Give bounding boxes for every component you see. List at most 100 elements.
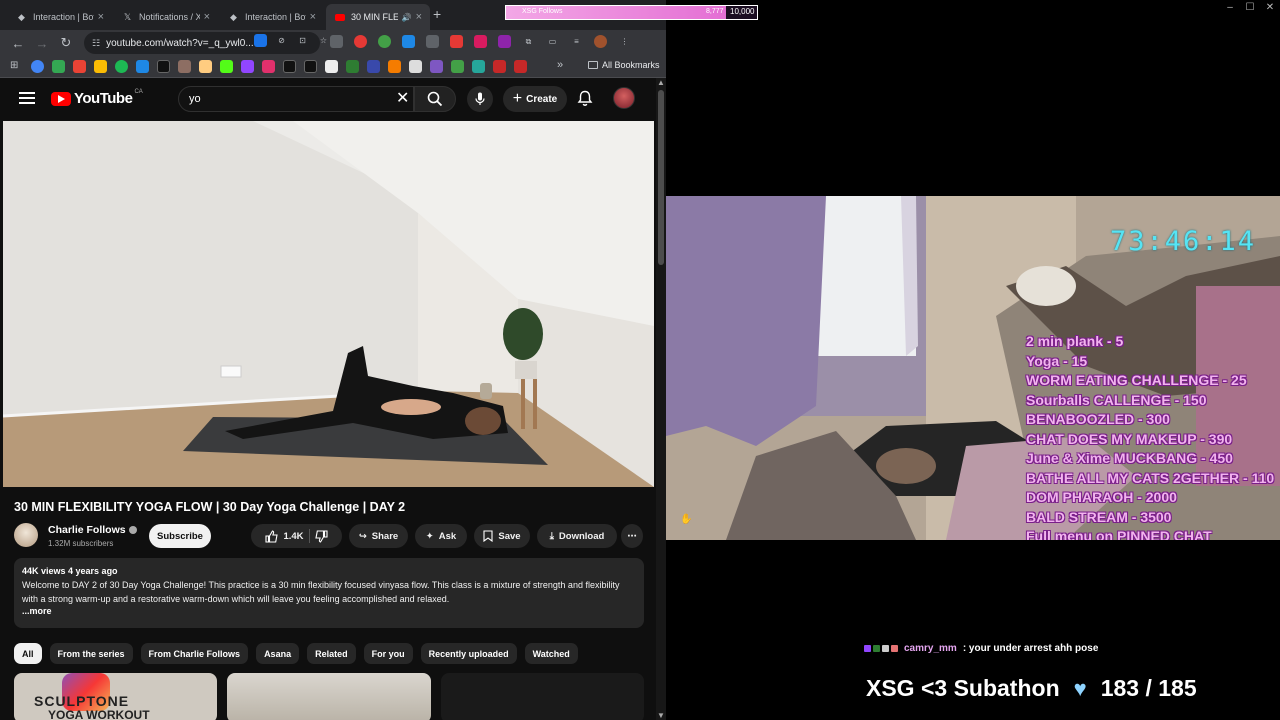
chip-all[interactable]: All (14, 643, 42, 664)
bookmark-icon[interactable] (514, 60, 527, 73)
tab-interaction-2[interactable]: ◆ Interaction | Bot × (220, 4, 324, 30)
scroll-down-icon[interactable]: ▼ (657, 711, 665, 720)
back-button[interactable]: ← (6, 31, 30, 55)
close-icon[interactable]: × (98, 11, 104, 23)
thumbs-up-icon[interactable] (265, 529, 279, 543)
menu-dots-icon[interactable]: ⋮ (618, 35, 631, 48)
subscribe-button[interactable]: Subscribe (149, 524, 211, 548)
bookmark-icon[interactable] (451, 60, 464, 73)
install-icon[interactable] (254, 34, 267, 47)
menu-icon[interactable] (19, 92, 35, 104)
tab-interaction-1[interactable]: ◆ Interaction | Bot × (8, 4, 112, 30)
like-count[interactable]: 1.4K (283, 531, 303, 542)
extension-icon[interactable] (498, 35, 511, 48)
cast-icon[interactable]: ▭ (546, 35, 559, 48)
bookmark-icon[interactable] (178, 60, 191, 73)
x-icon[interactable] (157, 60, 170, 73)
page-scrollbar[interactable]: ▲ ▼ (656, 78, 666, 720)
x-icon[interactable] (283, 60, 296, 73)
create-button[interactable]: + Create (503, 86, 567, 112)
related-video-thumbnail[interactable] (227, 673, 431, 720)
youtube-logo[interactable]: YouTube CA (51, 89, 143, 107)
search-input[interactable]: yo (178, 86, 414, 112)
gmail-icon[interactable] (73, 60, 86, 73)
channel-name-link[interactable]: Charlie Follows (48, 524, 137, 536)
grammarly-icon[interactable] (378, 35, 391, 48)
bookmark-icon[interactable] (136, 60, 149, 73)
bookmark-icon[interactable] (325, 60, 338, 73)
bookmark-icon[interactable] (199, 60, 212, 73)
star-icon[interactable]: ☆ (317, 34, 330, 47)
search-button[interactable] (414, 86, 456, 112)
chip-asana[interactable]: Asana (256, 643, 300, 664)
bookmark-icon[interactable] (493, 60, 506, 73)
extension-icon[interactable] (450, 35, 463, 48)
chip-from-the-series[interactable]: From the series (49, 643, 133, 664)
clear-search-icon[interactable]: ✕ (396, 88, 409, 108)
maximize-icon[interactable]: ☐ (1240, 0, 1260, 13)
more-actions-icon[interactable]: ⋯ (621, 524, 643, 548)
download-button[interactable]: ⤓ Download (537, 524, 617, 548)
bookmark-icon[interactable] (346, 60, 359, 73)
tab-search-icon[interactable]: ≡ (570, 35, 583, 48)
bookmark-icon[interactable] (388, 60, 401, 73)
scrollbar-thumb[interactable] (658, 90, 664, 265)
chip-recently-uploaded[interactable]: Recently uploaded (420, 643, 517, 664)
extension-icon[interactable] (426, 35, 439, 48)
extension-icon[interactable] (330, 35, 343, 48)
drive-icon[interactable] (94, 60, 107, 73)
thumbs-down-icon[interactable] (314, 529, 328, 543)
extension-icon[interactable] (474, 35, 487, 48)
eye-off-icon[interactable]: ⊘ (275, 34, 288, 47)
chip-related[interactable]: Related (307, 643, 356, 664)
profile-avatar[interactable] (594, 35, 607, 48)
new-tab-button[interactable]: + (433, 6, 441, 22)
maps-icon[interactable] (52, 60, 65, 73)
bookmark-icon[interactable] (472, 60, 485, 73)
channel-avatar[interactable] (14, 523, 38, 547)
reload-button[interactable]: ↻ (54, 31, 78, 55)
spotify-icon[interactable] (115, 60, 128, 73)
minimize-icon[interactable]: – (1220, 0, 1240, 13)
share-button[interactable]: ↪ Share (349, 524, 408, 548)
scroll-up-icon[interactable]: ▲ (657, 78, 665, 87)
bot-icon: ◆ (18, 11, 25, 22)
site-info-icon[interactable]: ☷ (92, 38, 100, 49)
chip-watched[interactable]: Watched (524, 643, 578, 664)
related-video-thumbnail[interactable] (441, 673, 644, 720)
close-icon[interactable]: ✕ (1260, 0, 1280, 13)
notifications-button[interactable] (577, 90, 593, 112)
tab-youtube-video[interactable]: 30 MIN FLE 🔊 × (326, 4, 430, 30)
google-icon[interactable] (31, 60, 44, 73)
tab-notifications[interactable]: 𝕏 Notifications / X × (114, 4, 218, 30)
show-more-link[interactable]: ...more (22, 606, 636, 616)
account-avatar[interactable] (613, 87, 635, 109)
related-video-thumbnail[interactable]: SCULPTONE YOGA WORKOUT (14, 673, 217, 720)
apps-icon[interactable]: ⊞ (10, 60, 23, 73)
close-icon[interactable]: × (310, 11, 316, 23)
instagram-icon[interactable] (262, 60, 275, 73)
ask-button[interactable]: ✦ Ask (415, 524, 467, 548)
translate-icon[interactable] (402, 35, 415, 48)
video-player[interactable] (3, 121, 654, 487)
kick-icon[interactable] (220, 60, 233, 73)
description-box[interactable]: 44K views 4 years ago Welcome to DAY 2 o… (14, 558, 644, 628)
puzzle-icon[interactable]: ⧉ (522, 35, 535, 48)
bookmark-icon[interactable] (367, 60, 380, 73)
chip-for-you[interactable]: For you (363, 643, 413, 664)
forward-button[interactable]: → (30, 31, 54, 55)
speaker-icon[interactable]: 🔊 (402, 13, 412, 22)
bookmarks-overflow-icon[interactable]: » (557, 59, 563, 71)
twitch-icon[interactable] (241, 60, 254, 73)
close-icon[interactable]: × (416, 11, 422, 23)
bookmark-icon[interactable] (409, 60, 422, 73)
close-icon[interactable]: × (204, 11, 210, 23)
bookmark-icon[interactable] (430, 60, 443, 73)
extension-icon[interactable] (354, 35, 367, 48)
chip-from-channel[interactable]: From Charlie Follows (140, 643, 249, 664)
voice-search-button[interactable] (467, 86, 493, 112)
all-bookmarks-button[interactable]: All Bookmarks (588, 60, 660, 70)
save-button[interactable]: Save (474, 524, 530, 548)
tiktok-icon[interactable] (304, 60, 317, 73)
lens-icon[interactable]: ⊡ (296, 34, 309, 47)
